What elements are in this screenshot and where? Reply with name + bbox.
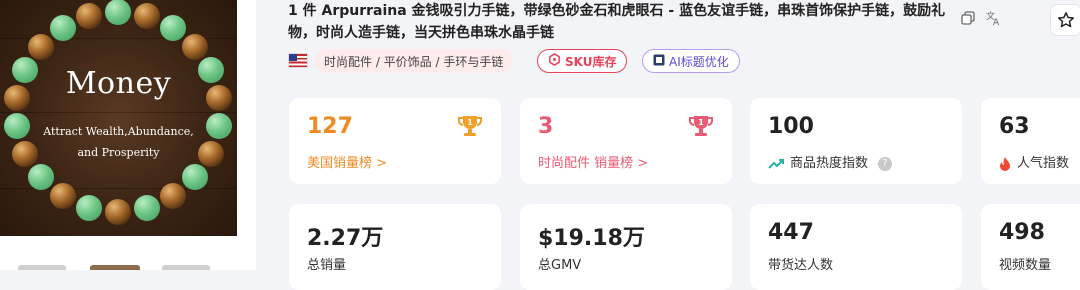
stat-label: 人气指数 (1017, 156, 1070, 171)
stat-label: 带货达人数 (768, 258, 834, 273)
stat-label[interactable]: 时尚配件 销量榜 > (538, 152, 648, 171)
category-text: 时尚配件 / 平价饰品 / 手环与手链 (324, 54, 504, 69)
stat-label: 总GMV (538, 258, 582, 273)
fire-icon (1000, 156, 1010, 171)
stat-label-row: 商品热度指数? (768, 152, 893, 171)
product-title: 1 件 Arpurraina 金钱吸引力手链，带绿色砂金石和虎眼石 - 蓝色友谊… (288, 3, 946, 41)
bead (182, 164, 209, 191)
trophy-icon: 1 (458, 116, 482, 136)
sku-icon (548, 53, 561, 69)
sku-label: SKU库存 (565, 54, 617, 69)
sku-inventory-button[interactable]: SKU库存 (537, 49, 628, 73)
svg-text:A: A (993, 18, 1000, 26)
star-icon[interactable] (1050, 4, 1080, 36)
bead (49, 14, 76, 41)
stat-value: 63 (999, 114, 1030, 139)
stat-value: 127 (307, 114, 353, 139)
ai-title-optimize-button[interactable]: AI标题优化 (642, 49, 740, 73)
category-sales-rank-card[interactable]: 3 时尚配件 销量榜 > 1 (520, 98, 732, 184)
bead (76, 3, 103, 30)
copy-icon[interactable] (958, 8, 978, 28)
ai-icon (653, 54, 665, 69)
heat-index-card: 100 商品热度指数? (750, 98, 962, 184)
bead (105, 0, 131, 25)
stat-value: 3 (538, 114, 554, 139)
stat-value: 100 (768, 114, 814, 139)
bead (76, 194, 103, 221)
trophy-icon: 1 (689, 116, 713, 136)
stat-value: 447 (768, 220, 814, 245)
total-sales-card: 2.27万 总销量 (289, 204, 501, 290)
product-image[interactable]: Money Attract Wealth,Abundance, and Pros… (0, 0, 237, 236)
wood-grain (0, 112, 237, 113)
us-flag-icon (288, 53, 308, 68)
bead (105, 199, 131, 225)
bead (27, 164, 54, 191)
us-sales-rank-card[interactable]: 127 美国销量榜 > 1 (289, 98, 501, 184)
bead (133, 194, 160, 221)
video-count-card: 498 视频数量 (981, 204, 1080, 290)
image-subtitle: and Prosperity (77, 146, 160, 159)
translate-icon[interactable]: 文A (984, 8, 1004, 28)
image-subtitle: Attract Wealth,Abundance, (43, 125, 194, 138)
total-gmv-card: $19.18万 总GMV (520, 204, 732, 290)
stat-value: 498 (999, 220, 1045, 245)
popularity-index-card: 63 人气指数 (981, 98, 1080, 184)
bead (133, 3, 160, 30)
help-icon[interactable]: ? (878, 156, 893, 171)
stat-label[interactable]: 美国销量榜 > (307, 152, 387, 171)
stat-label: 商品热度指数 (790, 156, 869, 171)
category-breadcrumb[interactable]: 时尚配件 / 平价饰品 / 手环与手链 (314, 49, 514, 73)
bead (160, 183, 187, 210)
svg-text:1: 1 (467, 118, 473, 127)
influencer-count-card: 447 带货达人数 (750, 204, 962, 290)
thumbnail[interactable] (18, 265, 66, 270)
thumbnail[interactable] (90, 265, 140, 270)
stat-label: 视频数量 (999, 258, 1052, 273)
svg-text:1: 1 (698, 118, 704, 127)
image-title: Money (65, 66, 172, 101)
product-gallery: Money Attract Wealth,Abundance, and Pros… (0, 0, 256, 270)
stat-label-row: 人气指数 (999, 152, 1069, 171)
ai-label: AI标题优化 (669, 54, 729, 69)
thumbnail[interactable] (162, 265, 210, 270)
bead (27, 33, 54, 60)
stat-value: $19.18万 (538, 226, 645, 251)
stat-value: 2.27万 (307, 226, 384, 251)
bead (182, 33, 209, 60)
bead (49, 183, 76, 210)
bead (160, 14, 187, 41)
trend-icon (768, 158, 784, 169)
stat-label: 总销量 (307, 258, 347, 273)
